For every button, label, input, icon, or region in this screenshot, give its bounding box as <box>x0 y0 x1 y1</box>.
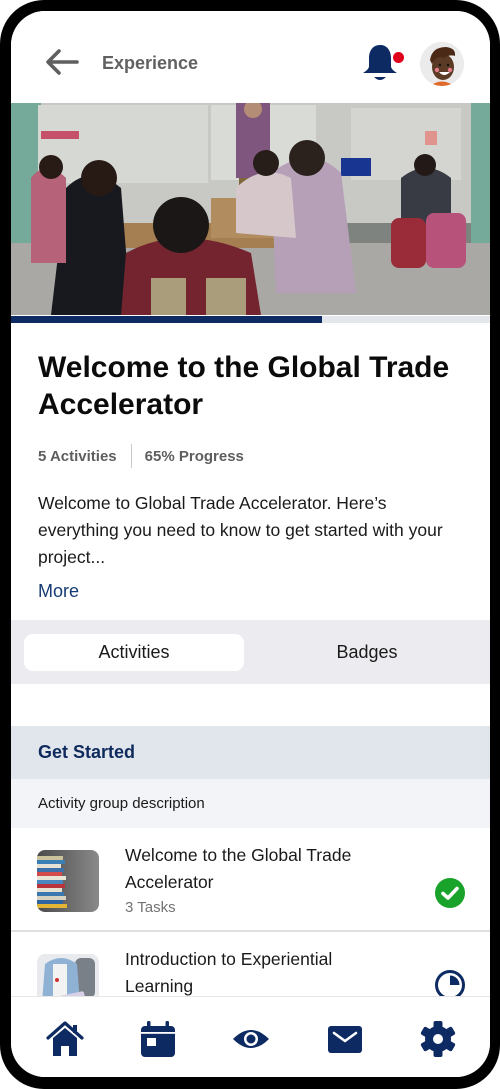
eye-icon <box>233 1030 269 1048</box>
home-icon <box>46 1021 84 1056</box>
activity-group-title: Get Started <box>38 742 136 762</box>
nav-settings[interactable] <box>418 1019 458 1059</box>
bell-icon <box>363 45 397 80</box>
bottom-navigation <box>11 996 490 1077</box>
tab-badges[interactable]: Badges <box>257 634 477 671</box>
activity-task-count: 3 Tasks <box>125 899 176 916</box>
activities-count: 5 Activities <box>38 447 117 465</box>
tab-activities[interactable]: Activities <box>24 634 244 671</box>
activity-group-description-row: Activity group description <box>11 779 490 828</box>
nav-messages[interactable] <box>325 1019 365 1059</box>
user-avatar[interactable] <box>420 42 464 86</box>
activity-group-header: Get Started <box>11 726 490 779</box>
device-frame: Experience Welcome to the Global Trade A… <box>0 0 500 1089</box>
experience-title: Welcome to the Global Trade Accelerator <box>38 351 450 421</box>
experience-cover-image <box>11 103 490 315</box>
activity-list-item[interactable]: Welcome to the Global Trade Accelerator … <box>11 828 490 932</box>
header-title: Experience <box>102 53 199 73</box>
nav-calendar[interactable] <box>138 1019 178 1059</box>
back-button[interactable] <box>41 45 81 79</box>
progress-label: 65% Progress <box>144 447 244 465</box>
avatar-illustration <box>420 42 464 86</box>
activity-group-description: Activity group description <box>38 795 205 812</box>
experience-description: Welcome to Global Trade Accelerator. Her… <box>38 493 443 567</box>
arrow-left-icon <box>46 49 79 75</box>
activity-thumbnail <box>37 850 99 912</box>
nav-home[interactable] <box>45 1019 85 1059</box>
meta-divider <box>130 444 132 468</box>
experience-progress-bar <box>11 316 490 323</box>
notifications-button[interactable] <box>360 42 400 84</box>
activity-title: Introduction to Experiential Learning <box>125 949 333 996</box>
mail-icon <box>328 1026 362 1053</box>
more-link[interactable]: More <box>38 581 79 602</box>
calendar-icon <box>141 1021 175 1057</box>
activity-title: Welcome to the Global Trade Accelerator <box>125 845 352 892</box>
gear-icon <box>420 1021 456 1057</box>
nav-view[interactable] <box>231 1019 271 1059</box>
check-circle-icon <box>435 878 465 908</box>
segmented-tabs: Activities Badges <box>11 620 490 684</box>
classroom-photo <box>11 103 490 315</box>
notification-badge <box>393 52 404 63</box>
app-screen: Experience Welcome to the Global Trade A… <box>11 11 490 1077</box>
progress-bar-fill <box>11 316 323 323</box>
app-header: Experience <box>11 11 490 103</box>
experience-meta: 5 Activities 65% Progress <box>38 444 244 468</box>
books-image <box>37 850 99 912</box>
